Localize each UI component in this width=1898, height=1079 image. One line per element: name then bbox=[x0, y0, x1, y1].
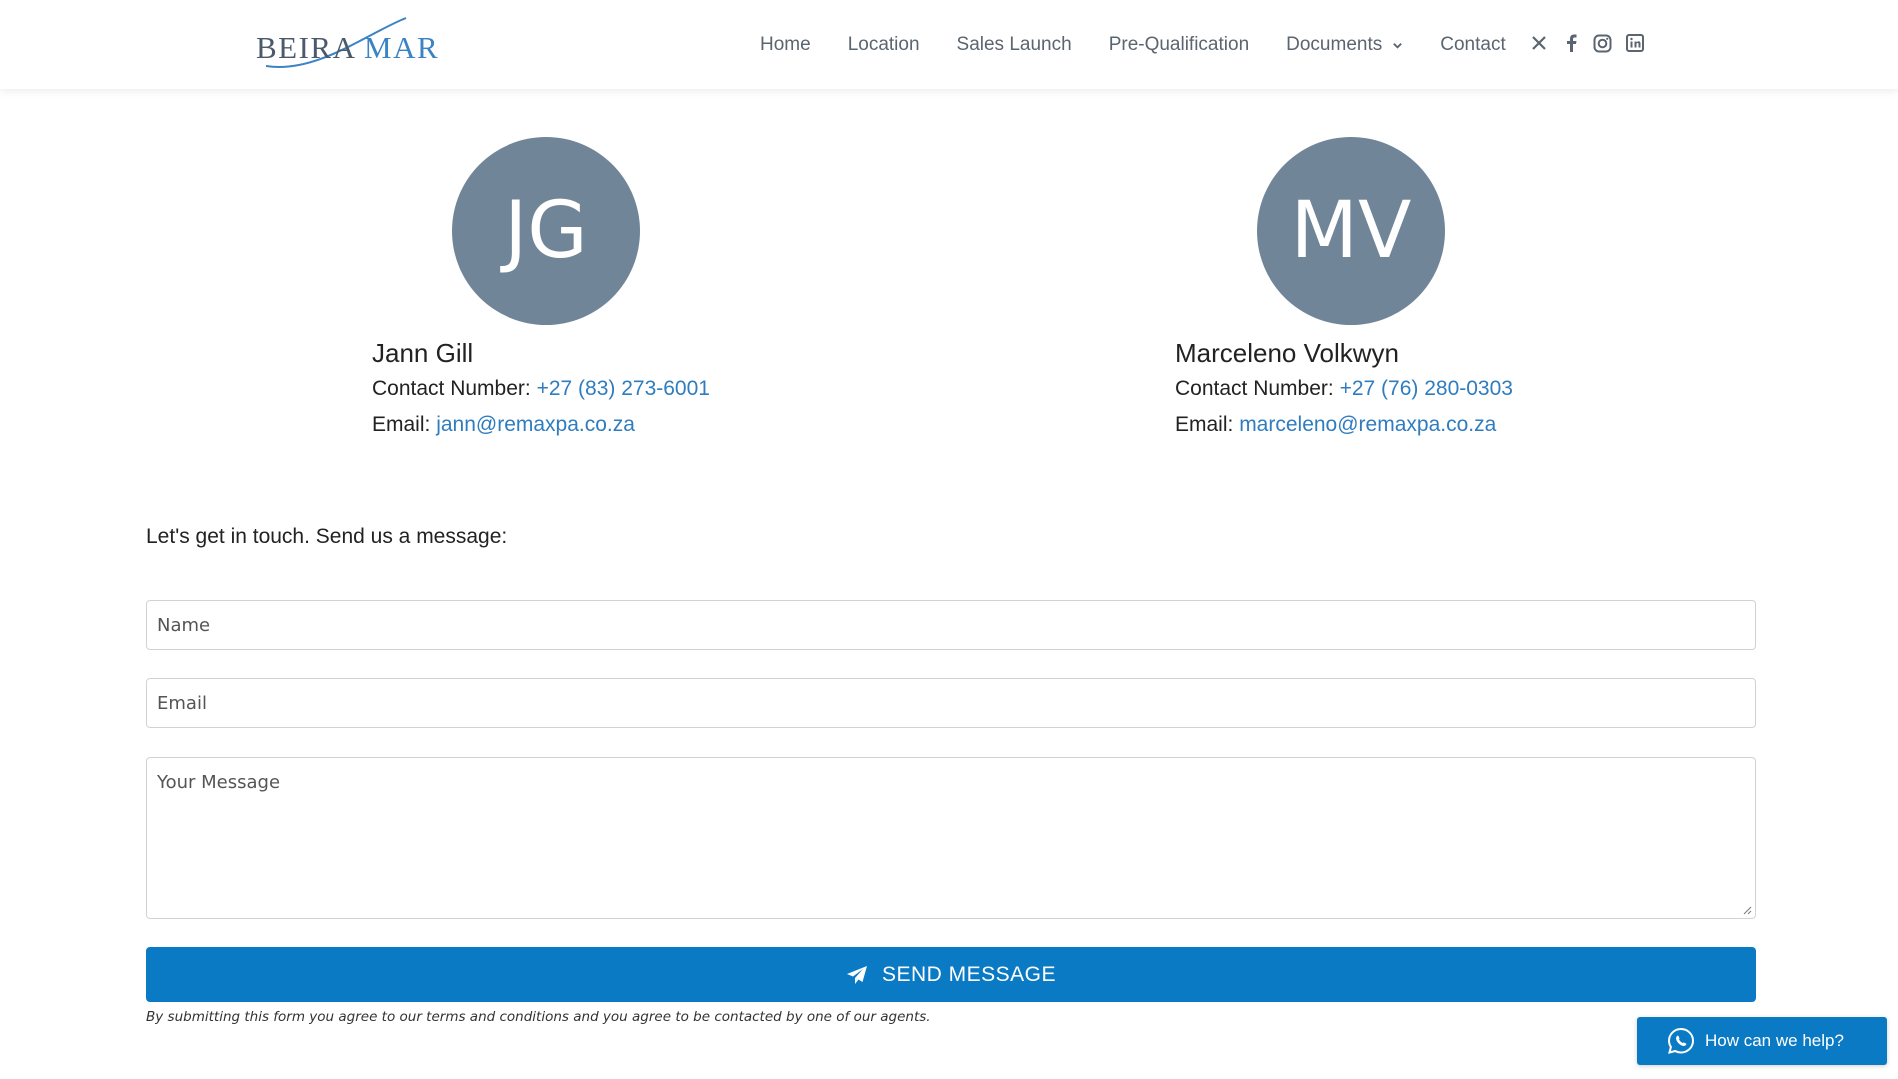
phone-link[interactable]: +27 (76) 280-0303 bbox=[1340, 377, 1513, 400]
phone-link[interactable]: +27 (83) 273-6001 bbox=[537, 377, 710, 400]
whatsapp-chat-button[interactable]: How can we help? bbox=[1637, 1017, 1887, 1065]
agent-email-line: Email: marceleno@remaxpa.co.za bbox=[1175, 413, 1496, 437]
nav-location[interactable]: Location bbox=[848, 34, 920, 56]
nav-documents-label: Documents bbox=[1286, 34, 1383, 55]
agent-phone-line: Contact Number: +27 (76) 280-0303 bbox=[1175, 377, 1513, 401]
avatar: JG bbox=[452, 137, 640, 325]
x-icon[interactable] bbox=[1529, 32, 1548, 54]
email-link[interactable]: jann@remaxpa.co.za bbox=[436, 413, 635, 436]
logo-text-part1: BEIRA bbox=[256, 30, 365, 65]
email-input[interactable]: Email bbox=[146, 678, 1756, 728]
avatar: MV bbox=[1257, 137, 1445, 325]
agent-phone-line: Contact Number: +27 (83) 273-6001 bbox=[372, 377, 710, 401]
form-disclaimer: By submitting this form you agree to our… bbox=[146, 1009, 931, 1025]
nav-sales-launch[interactable]: Sales Launch bbox=[957, 34, 1072, 56]
email-placeholder: Email bbox=[157, 693, 207, 714]
name-input[interactable]: Name bbox=[146, 600, 1756, 650]
instagram-icon[interactable] bbox=[1593, 32, 1612, 54]
phone-label: Contact Number: bbox=[1175, 377, 1340, 400]
paper-plane-icon bbox=[846, 965, 867, 984]
agent-name: Marceleno Volkwyn bbox=[1175, 338, 1399, 368]
social-links bbox=[1529, 32, 1644, 54]
form-intro: Let's get in touch. Send us a message: bbox=[146, 525, 508, 548]
agent-email-line: Email: jann@remaxpa.co.za bbox=[372, 413, 635, 437]
send-message-label: SEND MESSAGE bbox=[881, 962, 1057, 986]
whatsapp-icon bbox=[1667, 1027, 1695, 1054]
site-header: BEIRA MAR Home Location Sales Launch Pre… bbox=[0, 0, 1898, 89]
phone-label: Contact Number: bbox=[372, 377, 537, 400]
send-message-button[interactable]: SEND MESSAGE bbox=[146, 947, 1756, 1002]
linkedin-icon[interactable] bbox=[1625, 32, 1644, 54]
main-nav: Home Location Sales Launch Pre-Qualifica… bbox=[760, 30, 1543, 60]
beira-mar-logo[interactable]: BEIRA MAR bbox=[256, 14, 438, 74]
chat-widget-label: How can we help? bbox=[1705, 1031, 1844, 1050]
facebook-icon[interactable] bbox=[1561, 32, 1580, 54]
logo-text: BEIRA MAR bbox=[256, 30, 439, 66]
email-label: Email: bbox=[372, 413, 437, 436]
nav-pre-qualification[interactable]: Pre-Qualification bbox=[1109, 34, 1249, 56]
message-placeholder: Your Message bbox=[157, 772, 281, 793]
nav-home[interactable]: Home bbox=[760, 34, 811, 56]
nav-documents[interactable]: Documents bbox=[1286, 34, 1403, 56]
logo-text-part2: MAR bbox=[364, 30, 440, 65]
resize-handle-icon[interactable] bbox=[1742, 905, 1752, 915]
email-label: Email: bbox=[1175, 413, 1240, 436]
name-placeholder: Name bbox=[157, 615, 211, 636]
agent-name: Jann Gill bbox=[372, 338, 474, 368]
chevron-down-icon bbox=[1393, 42, 1403, 49]
email-link[interactable]: marceleno@remaxpa.co.za bbox=[1239, 413, 1496, 436]
nav-contact[interactable]: Contact bbox=[1440, 34, 1505, 56]
message-textarea[interactable]: Your Message bbox=[146, 757, 1756, 919]
